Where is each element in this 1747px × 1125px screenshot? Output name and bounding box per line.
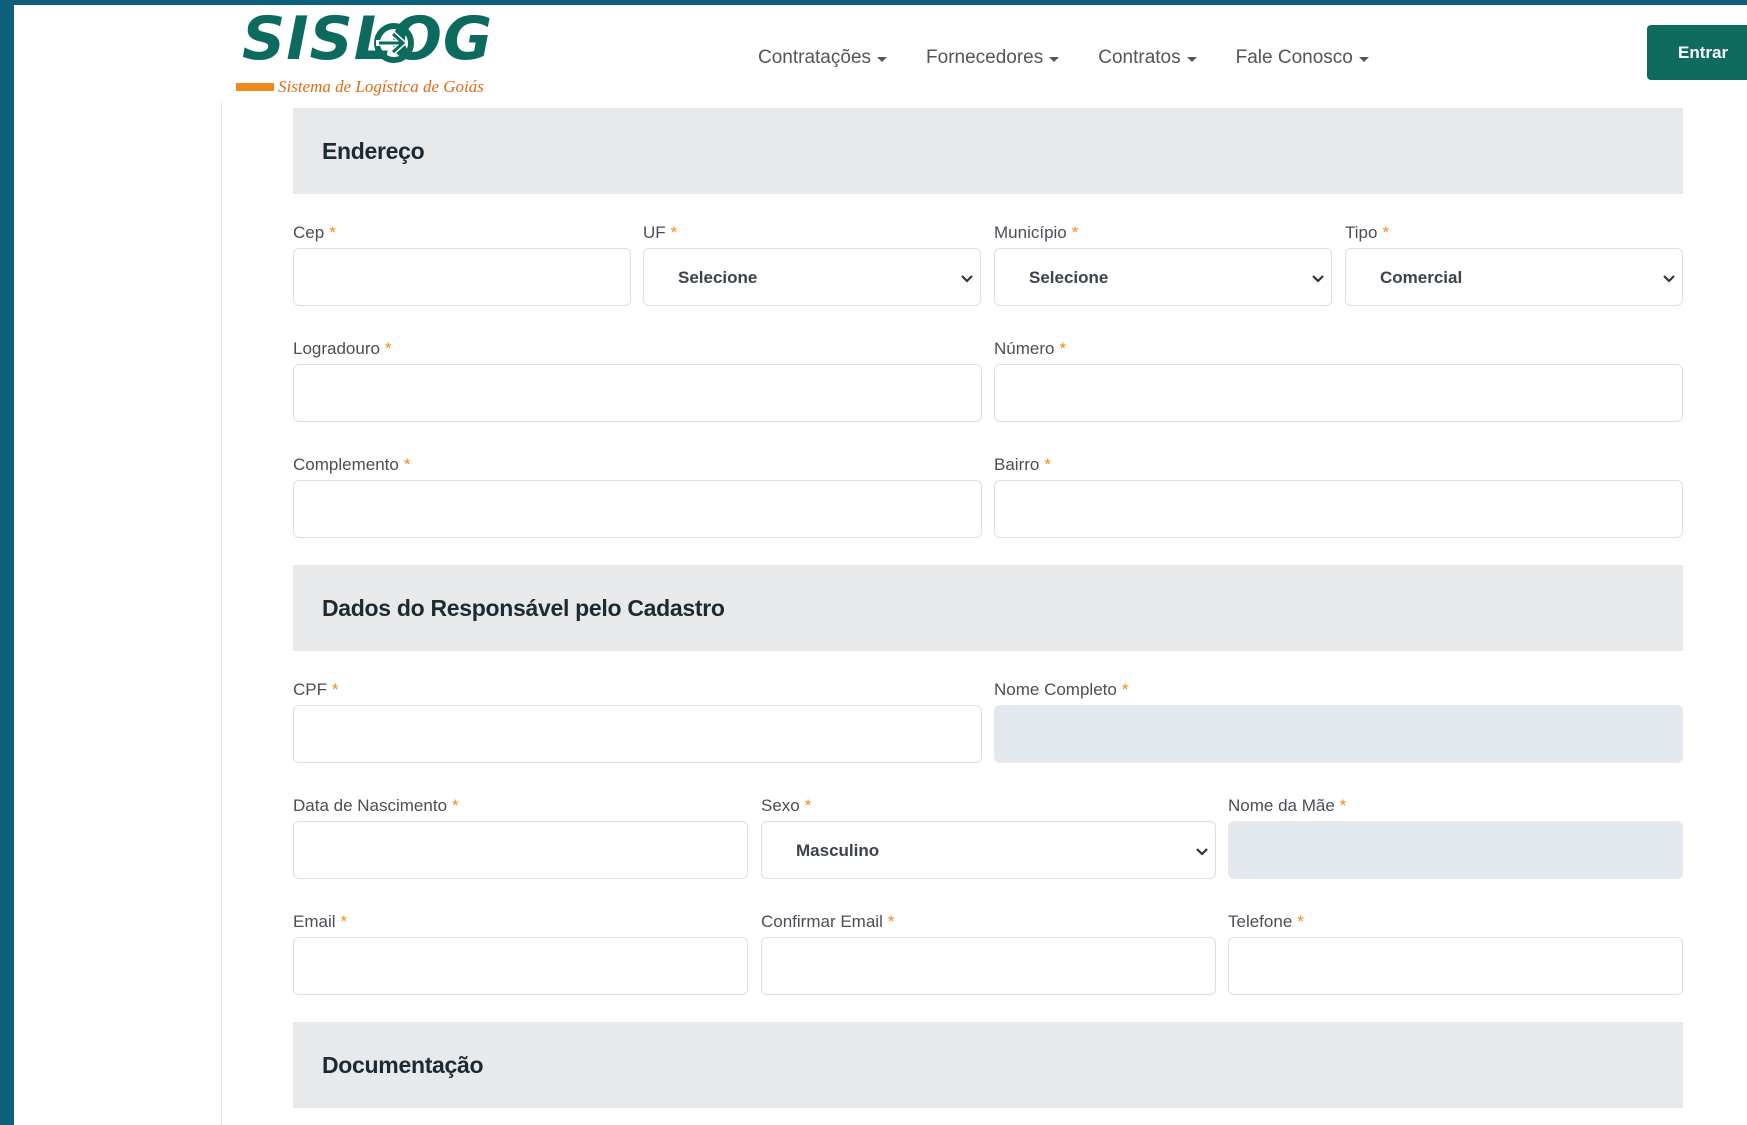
complemento-input[interactable]: [293, 480, 982, 538]
municipio-select[interactable]: Selecione: [994, 248, 1332, 306]
logo-orange-bar: [236, 83, 274, 91]
logo-subtitle: Sistema de Logística de Goiás: [278, 77, 484, 96]
nome-mae-input: [1228, 821, 1683, 879]
cpf-input[interactable]: [293, 705, 982, 763]
telefone-input[interactable]: [1228, 937, 1683, 995]
field-label: Bairro *: [994, 455, 1051, 474]
section-title: Documentação: [322, 1052, 484, 1078]
email-input[interactable]: [293, 937, 748, 995]
chevron-down-icon: [1312, 275, 1324, 283]
nav-contratos[interactable]: Contratos: [1098, 43, 1197, 73]
confirmar-email-input[interactable]: [761, 937, 1216, 995]
sexo-select[interactable]: Masculino: [761, 821, 1216, 879]
field-label: Telefone *: [1228, 912, 1304, 931]
nav-label: Contratações: [758, 47, 872, 68]
field-label: Tipo *: [1345, 223, 1390, 242]
field-label: Município *: [994, 223, 1079, 242]
logradouro-input[interactable]: [293, 364, 982, 422]
arrow-right-icon: [374, 23, 414, 63]
login-button[interactable]: Entrar: [1647, 25, 1747, 80]
data-nascimento-input[interactable]: [293, 821, 748, 879]
nav-label: Contratos: [1098, 47, 1181, 68]
caret-down-icon: [1358, 56, 1369, 62]
section-title: Endereço: [322, 138, 425, 164]
section-header-documentacao: Documentação: [293, 1022, 1683, 1108]
nav-label: Fale Conosco: [1235, 47, 1353, 68]
field-label: Confirmar Email *: [761, 912, 895, 931]
logo-wordmark: SISLOG: [242, 5, 494, 74]
section-header-responsavel: Dados do Responsável pelo Cadastro: [293, 565, 1683, 651]
nav-fornecedores[interactable]: Fornecedores: [926, 43, 1060, 73]
select-value: Comercial: [1380, 268, 1463, 287]
select-value: Selecione: [1029, 268, 1109, 287]
nav-fale-conosco[interactable]: Fale Conosco: [1236, 43, 1369, 73]
select-value: Selecione: [678, 268, 758, 287]
nav-label: Fornecedores: [926, 47, 1044, 68]
field-label: UF *: [643, 223, 678, 242]
numero-input[interactable]: [994, 364, 1683, 422]
cep-input[interactable]: [293, 248, 631, 306]
caret-down-icon: [877, 56, 888, 62]
chevron-down-icon: [1663, 275, 1675, 283]
field-label: Nome Completo *: [994, 680, 1129, 699]
tipo-select[interactable]: Comercial: [1345, 248, 1683, 306]
caret-down-icon: [1186, 56, 1197, 62]
main-nav: Contratações Fornecedores Contratos Fale…: [758, 43, 1408, 73]
field-label: Data de Nascimento *: [293, 796, 459, 815]
field-label: Número *: [994, 339, 1067, 358]
uf-select[interactable]: Selecione: [643, 248, 981, 306]
field-label: Logradouro *: [293, 339, 392, 358]
select-value: Masculino: [796, 841, 880, 860]
section-title: Dados do Responsável pelo Cadastro: [322, 595, 725, 621]
section-header-endereco: Endereço: [293, 108, 1683, 194]
field-label: Email *: [293, 912, 348, 931]
field-label: CPF *: [293, 680, 339, 699]
page-frame: SISLOG Sistema de Logística de Goiás Con…: [14, 5, 1747, 1125]
content-left-border: [221, 101, 222, 1125]
field-label: Complemento *: [293, 455, 411, 474]
field-label: Sexo *: [761, 796, 812, 815]
bairro-input[interactable]: [994, 480, 1683, 538]
chevron-down-icon: [961, 275, 973, 283]
sislog-logo[interactable]: SISLOG Sistema de Logística de Goiás: [224, 5, 494, 99]
top-navbar: SISLOG Sistema de Logística de Goiás Con…: [14, 5, 1747, 101]
nav-contratacoes[interactable]: Contratações: [758, 43, 888, 73]
field-label: Cep *: [293, 223, 336, 242]
nome-completo-input: [994, 705, 1683, 763]
chevron-down-icon: [1196, 848, 1208, 856]
field-label: Nome da Mãe *: [1228, 796, 1347, 815]
caret-down-icon: [1049, 56, 1060, 62]
